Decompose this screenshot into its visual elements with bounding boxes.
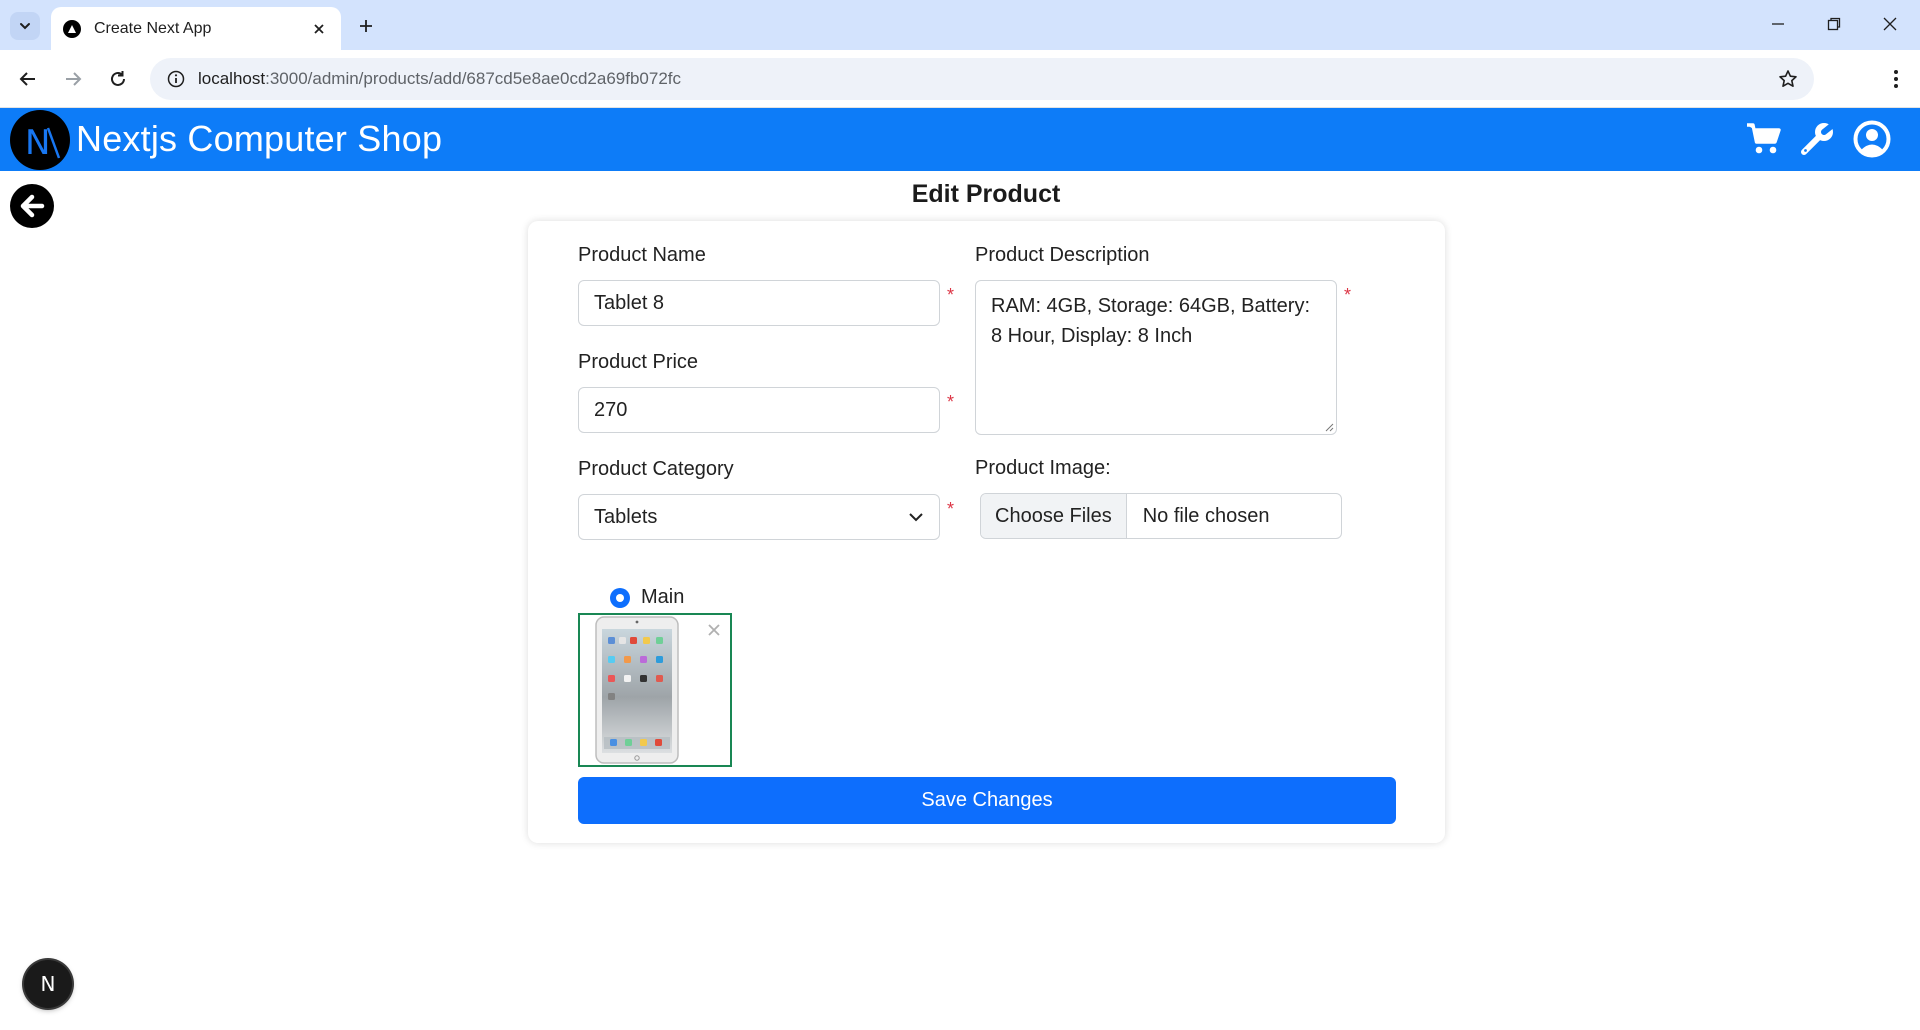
- main-image-radio-group: Main: [610, 586, 684, 609]
- save-changes-button[interactable]: Save Changes: [578, 777, 1396, 824]
- svg-text:N: N: [25, 123, 50, 162]
- browser-toolbar: localhost:3000/admin/products/add/687cd5…: [0, 50, 1920, 108]
- required-marker: *: [947, 392, 955, 412]
- restore-button[interactable]: [1814, 8, 1854, 40]
- product-description-label: Product Description: [975, 244, 1150, 266]
- product-category-label: Product Category: [578, 458, 734, 480]
- user-circle-icon[interactable]: [1850, 118, 1894, 160]
- close-window-button[interactable]: [1870, 8, 1910, 40]
- choose-files-button[interactable]: Choose Files: [981, 494, 1127, 538]
- bookmark-star-icon[interactable]: [1776, 67, 1800, 91]
- forward-nav-button[interactable]: [57, 63, 89, 95]
- plus-icon: [360, 20, 372, 32]
- close-icon: [1883, 17, 1897, 31]
- product-category-select[interactable]: Tablets: [578, 494, 940, 540]
- reload-button[interactable]: [102, 63, 134, 95]
- reload-icon: [111, 71, 125, 86]
- arrow-left-icon: [19, 72, 35, 86]
- product-name-label: Product Name: [578, 244, 706, 266]
- tab-search-button[interactable]: [10, 12, 40, 40]
- page-title: Edit Product: [911, 180, 1061, 208]
- remove-image-icon[interactable]: [706, 622, 722, 638]
- product-image-file-input[interactable]: Choose Files No file chosen: [980, 493, 1342, 539]
- main-image-radio[interactable]: [610, 587, 630, 608]
- chevron-down-icon: [909, 513, 923, 522]
- restore-icon: [1827, 17, 1841, 31]
- nextjs-favicon-icon: [63, 19, 81, 38]
- nextjs-dev-indicator[interactable]: N: [24, 960, 72, 1008]
- browser-tabstrip: Create Next App: [0, 0, 1920, 50]
- arrow-right-icon: [66, 72, 82, 86]
- edit-product-form: Product Name Tablet 8 * Product Price 27…: [528, 221, 1445, 843]
- required-marker: *: [1344, 285, 1352, 305]
- required-marker: *: [947, 499, 955, 519]
- category-selected-value: Tablets: [594, 505, 658, 528]
- browser-tab[interactable]: Create Next App: [51, 7, 341, 50]
- product-price-input[interactable]: 270: [578, 387, 940, 433]
- main-image-radio-label: Main: [641, 586, 685, 608]
- product-name-input[interactable]: Tablet 8: [578, 280, 940, 326]
- url-path: :3000/admin/products/add/687cd5e8ae0cd2a…: [265, 69, 681, 88]
- minimize-button[interactable]: [1758, 8, 1798, 40]
- cart-icon[interactable]: [1742, 118, 1786, 160]
- back-nav-button[interactable]: [12, 63, 44, 95]
- app-navbar: N Nextjs Computer Shop: [0, 108, 1920, 171]
- radio-checked-dot: [616, 593, 624, 602]
- nextjs-dev-letter: N: [40, 972, 56, 996]
- brand-name[interactable]: Nextjs Computer Shop: [76, 118, 442, 160]
- kebab-menu-icon: [1894, 70, 1898, 88]
- product-description-textarea[interactable]: RAM: 4GB, Storage: 64GB, Battery: 8 Hour…: [975, 280, 1337, 435]
- resize-grip-icon[interactable]: [1324, 422, 1334, 432]
- wrench-icon[interactable]: [1796, 118, 1840, 160]
- new-tab-button[interactable]: [352, 12, 380, 40]
- product-price-label: Product Price: [578, 351, 699, 373]
- browser-menu-button[interactable]: [1880, 63, 1912, 95]
- chevron-down-icon: [20, 23, 30, 30]
- description-text: RAM: 4GB, Storage: 64GB, Battery: 8 Hour…: [991, 295, 1311, 347]
- product-image-label: Product Image:: [975, 457, 1111, 479]
- file-status-text: No file chosen: [1142, 504, 1270, 527]
- address-bar[interactable]: localhost:3000/admin/products/add/687cd5…: [150, 58, 1814, 100]
- required-marker: *: [947, 285, 955, 305]
- url-host: localhost: [198, 69, 266, 88]
- site-info-icon[interactable]: [164, 67, 188, 91]
- tab-close-icon[interactable]: [309, 19, 329, 39]
- minimize-icon: [1772, 23, 1784, 25]
- nextjs-logo[interactable]: N: [10, 110, 70, 170]
- tab-title: Create Next App: [94, 19, 212, 37]
